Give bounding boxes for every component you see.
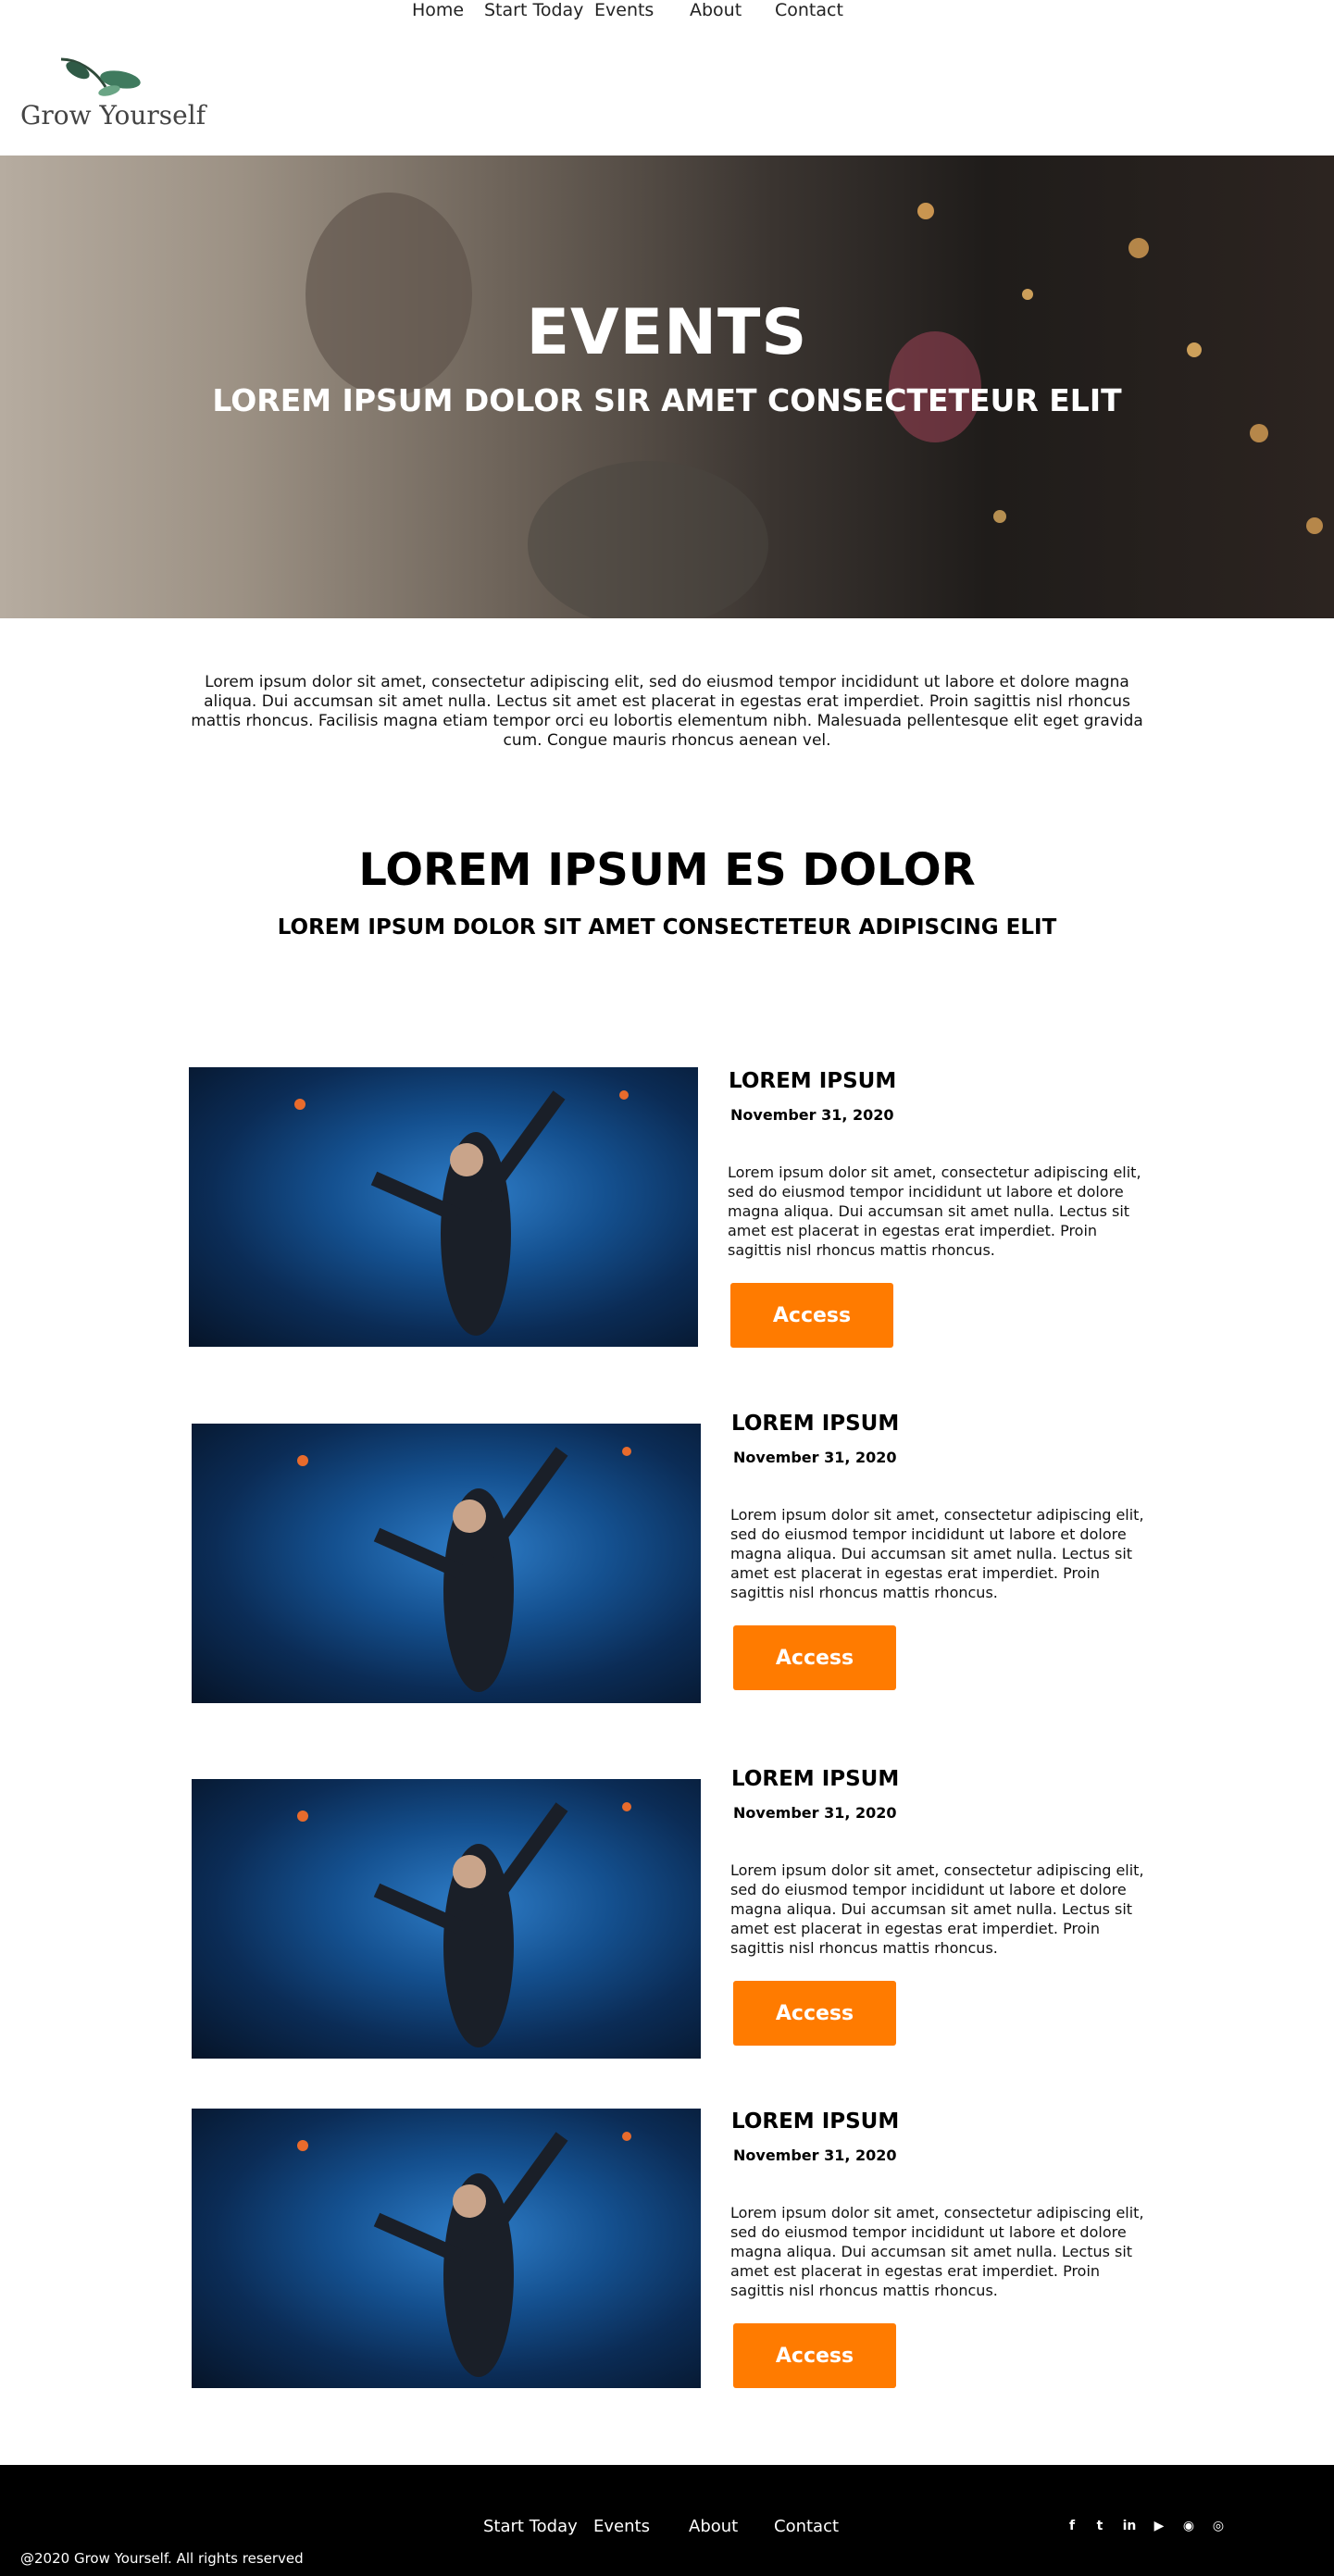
youtube-icon[interactable]: ▶	[1150, 2517, 1168, 2535]
event-description: Lorem ipsum dolor sit amet, consectetur …	[730, 1861, 1144, 1957]
footer: Start Today Events About Contact @2020 G…	[0, 2465, 1334, 2576]
event-image	[192, 1779, 701, 2059]
event-title: LOREM IPSUM	[729, 1069, 897, 1093]
nav-start-today[interactable]: Start Today	[484, 0, 583, 28]
nav-contact[interactable]: Contact	[775, 0, 843, 28]
event-image	[189, 1067, 698, 1347]
footer-nav-start-today[interactable]: Start Today	[483, 2517, 578, 2536]
access-button[interactable]: Access	[730, 1283, 893, 1348]
event-image	[192, 2109, 701, 2388]
leaf-icon	[60, 57, 141, 96]
twitter-icon[interactable]: t	[1091, 2517, 1109, 2535]
access-button[interactable]: Access	[733, 1625, 896, 1690]
facebook-icon[interactable]: f	[1063, 2517, 1081, 2535]
nav-home[interactable]: Home	[412, 0, 464, 28]
event-photo	[297, 1802, 631, 2047]
event-description: Lorem ipsum dolor sit amet, consectetur …	[730, 1506, 1144, 1601]
intro-text: Lorem ipsum dolor sit amet, consectetur …	[191, 673, 1143, 750]
event-description: Lorem ipsum dolor sit amet, consectetur …	[728, 1164, 1141, 1259]
footer-nav-events[interactable]: Events	[593, 2517, 650, 2536]
hero-title: EVENTS	[526, 296, 808, 369]
event-image	[192, 1424, 701, 1703]
instagram-icon[interactable]: ◎	[1209, 2517, 1228, 2535]
event-description: Lorem ipsum dolor sit amet, consectetur …	[730, 2204, 1144, 2299]
copyright-text: @2020 Grow Yourself. All rights reserved	[20, 2550, 304, 2567]
linkedin-icon[interactable]: in	[1120, 2517, 1139, 2535]
event-date: November 31, 2020	[733, 1449, 897, 1466]
nav-about[interactable]: About	[690, 0, 742, 28]
section-subtitle: LOREM IPSUM DOLOR SIT AMET CONSECTETEUR …	[277, 915, 1057, 940]
brand-logo[interactable]: Grow Yourself	[20, 56, 206, 139]
hero-banner: EVENTS LOREM IPSUM DOLOR SIR AMET CONSEC…	[0, 156, 1334, 618]
section-title: LOREM IPSUM ES DOLOR	[358, 844, 976, 896]
access-button[interactable]: Access	[733, 1981, 896, 2046]
event-photo	[297, 2132, 631, 2377]
access-button[interactable]: Access	[733, 2323, 896, 2388]
hero-subtitle: LOREM IPSUM DOLOR SIR AMET CONSECTETEUR …	[212, 382, 1122, 418]
event-date: November 31, 2020	[733, 1804, 897, 1822]
footer-nav-contact[interactable]: Contact	[774, 2517, 839, 2536]
event-date: November 31, 2020	[730, 1106, 894, 1124]
event-title: LOREM IPSUM	[731, 1412, 900, 1436]
event-title: LOREM IPSUM	[731, 2109, 900, 2134]
event-title: LOREM IPSUM	[731, 1767, 900, 1791]
podcast-icon[interactable]: ◉	[1179, 2517, 1198, 2535]
nav-events[interactable]: Events	[594, 0, 654, 28]
footer-nav-about[interactable]: About	[689, 2517, 738, 2536]
event-date: November 31, 2020	[733, 2147, 897, 2164]
event-photo	[297, 1447, 631, 1692]
event-photo	[294, 1090, 629, 1336]
brand-name: Grow Yourself	[20, 100, 206, 131]
